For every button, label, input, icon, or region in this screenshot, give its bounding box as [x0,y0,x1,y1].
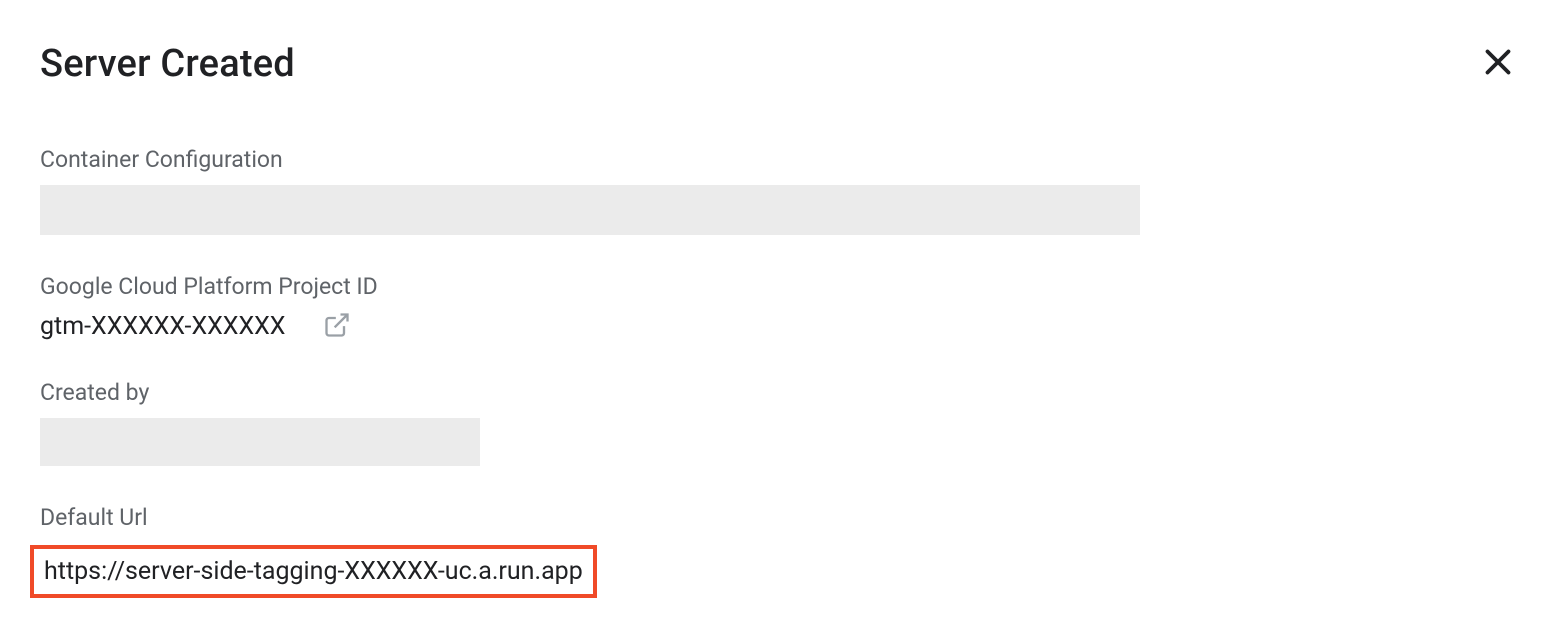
project-id-value: gtm-XXXXXX-XXXXXX [40,312,285,341]
open-project-button[interactable] [323,313,351,341]
close-icon [1480,44,1516,84]
default-url-label: Default Url [40,504,1518,531]
created-by-value-redacted [40,418,480,466]
default-url-value: https://server-side-tagging-XXXXXX-uc.a.… [44,557,583,586]
default-url-field: Default Url https://server-side-tagging-… [40,504,1518,598]
created-by-label: Created by [40,379,1518,406]
dialog-header: Server Created [40,42,1518,86]
container-config-label: Container Configuration [40,146,1518,173]
close-button[interactable] [1478,44,1518,84]
created-by-field: Created by [40,379,1518,466]
project-id-field: Google Cloud Platform Project ID gtm-XXX… [40,273,1518,341]
container-config-field: Container Configuration [40,146,1518,235]
open-external-icon [323,311,351,343]
default-url-highlight-box: https://server-side-tagging-XXXXXX-uc.a.… [30,545,597,598]
container-config-value-redacted [40,185,1140,235]
project-id-label: Google Cloud Platform Project ID [40,273,1518,300]
dialog-title: Server Created [40,42,295,86]
project-id-row: gtm-XXXXXX-XXXXXX [40,312,1518,341]
